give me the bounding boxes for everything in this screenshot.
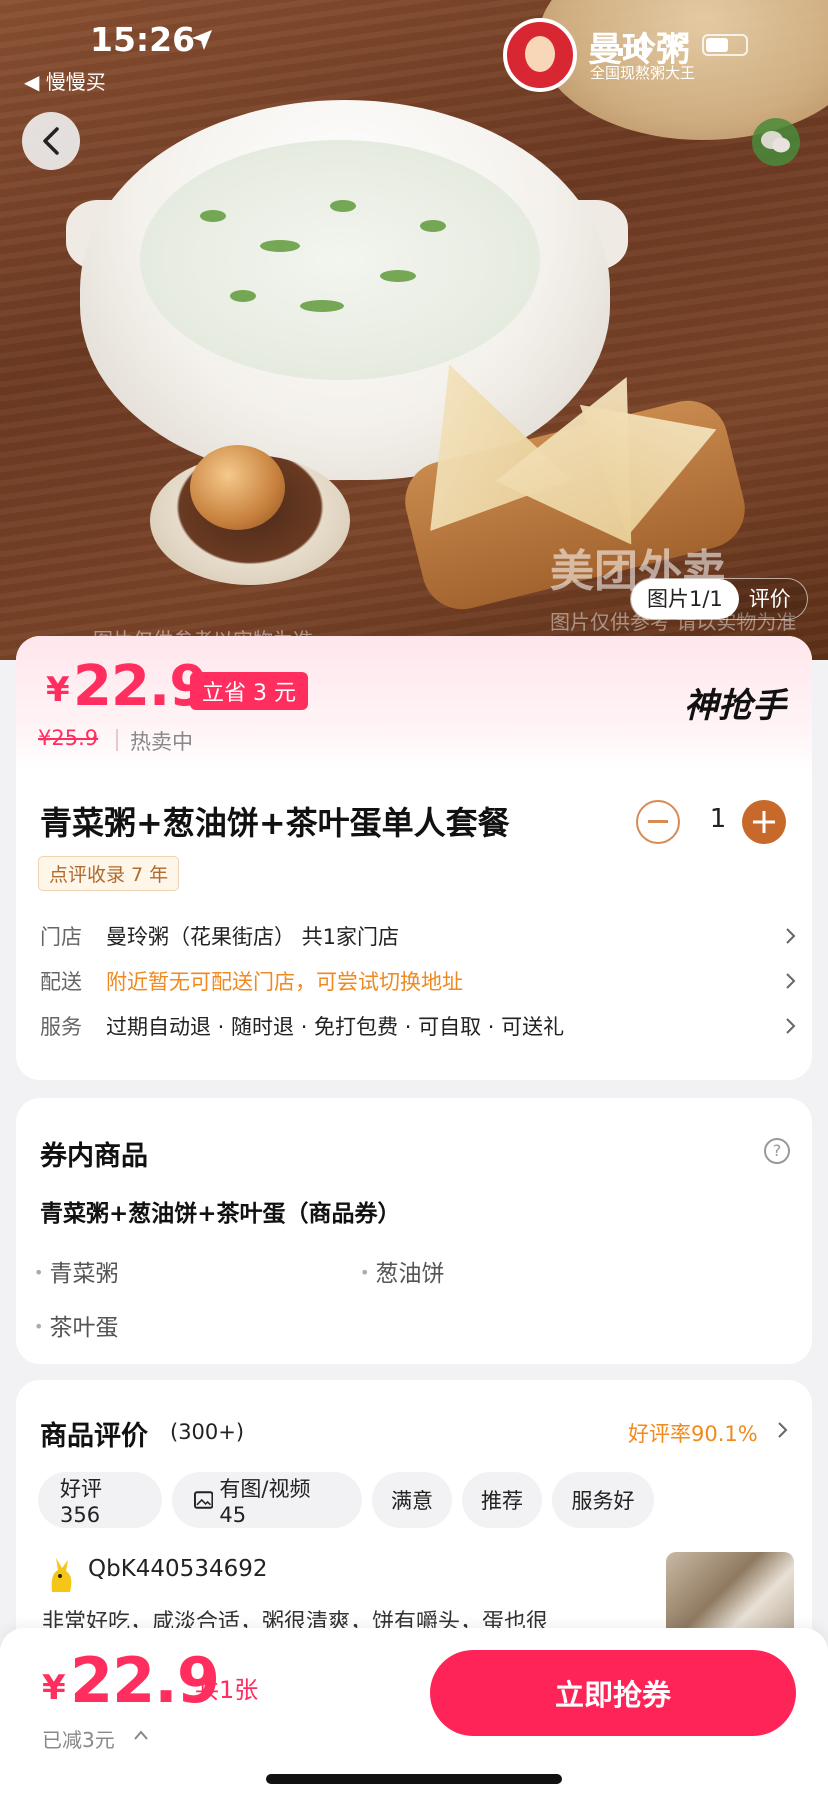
- chip-label: 有图/视频 45: [219, 1477, 311, 1527]
- status-time: 15:26: [90, 20, 196, 59]
- green-vegetable: [420, 220, 446, 232]
- chevron-up-icon[interactable]: [132, 1728, 150, 1742]
- back-to-app-link[interactable]: ◀ 慢慢买: [24, 66, 106, 95]
- chevron-right-icon: [786, 928, 796, 944]
- reviews-count: (300+): [170, 1420, 245, 1444]
- product-hero-image[interactable]: 美团外卖 图片仅供参考 请以实物为准 图片仅供参考以实物为准 图片1/1 评价: [0, 0, 828, 660]
- total-currency: ¥: [42, 1668, 66, 1708]
- voucher-item: 茶叶蛋: [34, 1308, 118, 1342]
- wifi-icon: [660, 34, 690, 55]
- buy-voucher-button[interactable]: 立即抢券: [430, 1650, 796, 1736]
- good-rate-link[interactable]: 好评率90.1%: [628, 1418, 758, 1448]
- discount-summary[interactable]: 已减3元: [42, 1724, 115, 1753]
- green-vegetable: [230, 290, 256, 302]
- dianping-tag: 点评收录 7 年: [38, 856, 180, 891]
- save-badge: 立省 3 元: [190, 672, 308, 710]
- review-filter-chip[interactable]: 有图/视频 45: [172, 1472, 362, 1528]
- wechat-share-button[interactable]: [752, 118, 800, 166]
- voucher-item: 青菜粥: [34, 1254, 118, 1288]
- chevron-left-icon: [43, 127, 59, 155]
- chip-label: 推荐: [481, 1489, 523, 1513]
- service-row[interactable]: 服务 过期自动退 · 随时退 · 免打包费 · 可自取 · 可送礼: [40, 1008, 800, 1044]
- voucher-item: 葱油饼: [360, 1254, 444, 1288]
- back-button[interactable]: [22, 112, 80, 170]
- signal-icon: [618, 34, 647, 56]
- reviews-title: 商品评价: [40, 1421, 148, 1452]
- green-vegetable: [260, 240, 300, 252]
- current-price: 22.9: [73, 654, 208, 719]
- review-filter-chip[interactable]: 好评 356: [38, 1472, 162, 1528]
- review-filter-chip[interactable]: 满意: [372, 1472, 452, 1528]
- shenqiangshou-logo: 神抢手: [684, 686, 786, 726]
- voucher-contents-title: 券内商品: [40, 1141, 148, 1172]
- minus-icon: [648, 820, 668, 823]
- chevron-right-icon: [786, 973, 796, 989]
- chevron-right-icon: [778, 1422, 788, 1438]
- tab-images[interactable]: 图片1/1: [631, 579, 739, 619]
- green-vegetable: [300, 300, 344, 312]
- user-avatar: [51, 1558, 72, 1592]
- tab-reviews[interactable]: 评价: [739, 579, 807, 619]
- wechat-icon: [761, 131, 790, 153]
- delivery-row[interactable]: 配送 附近暂无可配送门店，可尝试切换地址: [40, 963, 800, 999]
- quantity-value: 1: [709, 804, 727, 834]
- help-icon[interactable]: ?: [764, 1138, 790, 1164]
- quantity-decrease-button[interactable]: [636, 800, 680, 844]
- service-label: 服务: [40, 1015, 82, 1039]
- plus-icon: [753, 811, 775, 833]
- tea-egg: [190, 445, 285, 530]
- porridge: [140, 140, 540, 380]
- green-vegetable: [380, 270, 416, 282]
- quantity-increase-button[interactable]: [742, 800, 786, 844]
- image-tabs: 图片1/1 评价: [630, 578, 808, 620]
- bottom-purchase-bar: ¥ 22.9 共1张 已减3元 立即抢券: [0, 1628, 828, 1795]
- chip-label: 满意: [391, 1489, 433, 1513]
- divider: [116, 729, 118, 751]
- home-indicator: [266, 1774, 562, 1784]
- image-icon: [194, 1491, 214, 1509]
- review-filter-chip[interactable]: 服务好: [552, 1472, 654, 1528]
- store-value: 曼玲粥（花果街店） 共1家门店: [106, 925, 400, 949]
- voucher-name: 青菜粥+葱油饼+茶叶蛋（商品券）: [40, 1201, 401, 1227]
- green-vegetable: [200, 210, 226, 222]
- brand-slogan: 全国现熬粥大王: [590, 64, 696, 82]
- chip-label: 服务好: [571, 1489, 635, 1513]
- voucher-count: 共1张: [195, 1676, 259, 1704]
- store-row[interactable]: 门店 曼玲粥（花果街店） 共1家门店: [40, 918, 800, 954]
- voucher-contents-card: 券内商品 ? 青菜粥+葱油饼+茶叶蛋（商品券） 青菜粥 葱油饼 茶叶蛋: [16, 1098, 812, 1364]
- product-info-card: ¥ 22.9 立省 3 元 ¥25.9 热卖中 神抢手 青菜粥+葱油饼+茶叶蛋单…: [16, 636, 812, 1080]
- service-value: 过期自动退 · 随时退 · 免打包费 · 可自取 · 可送礼: [106, 1015, 565, 1039]
- hot-selling-label: 热卖中: [130, 730, 193, 754]
- store-label: 门店: [40, 925, 82, 949]
- price-currency: ¥: [46, 670, 70, 710]
- product-title: 青菜粥+葱油饼+茶叶蛋单人套餐: [40, 804, 510, 842]
- chevron-right-icon: [786, 1018, 796, 1034]
- delivery-label: 配送: [40, 970, 82, 994]
- delivery-value: 附近暂无可配送门店，可尝试切换地址: [106, 970, 463, 994]
- battery-icon: [702, 34, 748, 56]
- original-price: ¥25.9: [38, 726, 99, 750]
- green-vegetable: [330, 200, 356, 212]
- review-filter-chip[interactable]: 推荐: [462, 1472, 542, 1528]
- location-arrow-icon: [192, 30, 212, 50]
- chip-label: 好评 356: [60, 1477, 102, 1527]
- status-icons: [618, 34, 748, 56]
- brand-logo: [503, 18, 577, 92]
- review-username: QbK440534692: [88, 1556, 268, 1582]
